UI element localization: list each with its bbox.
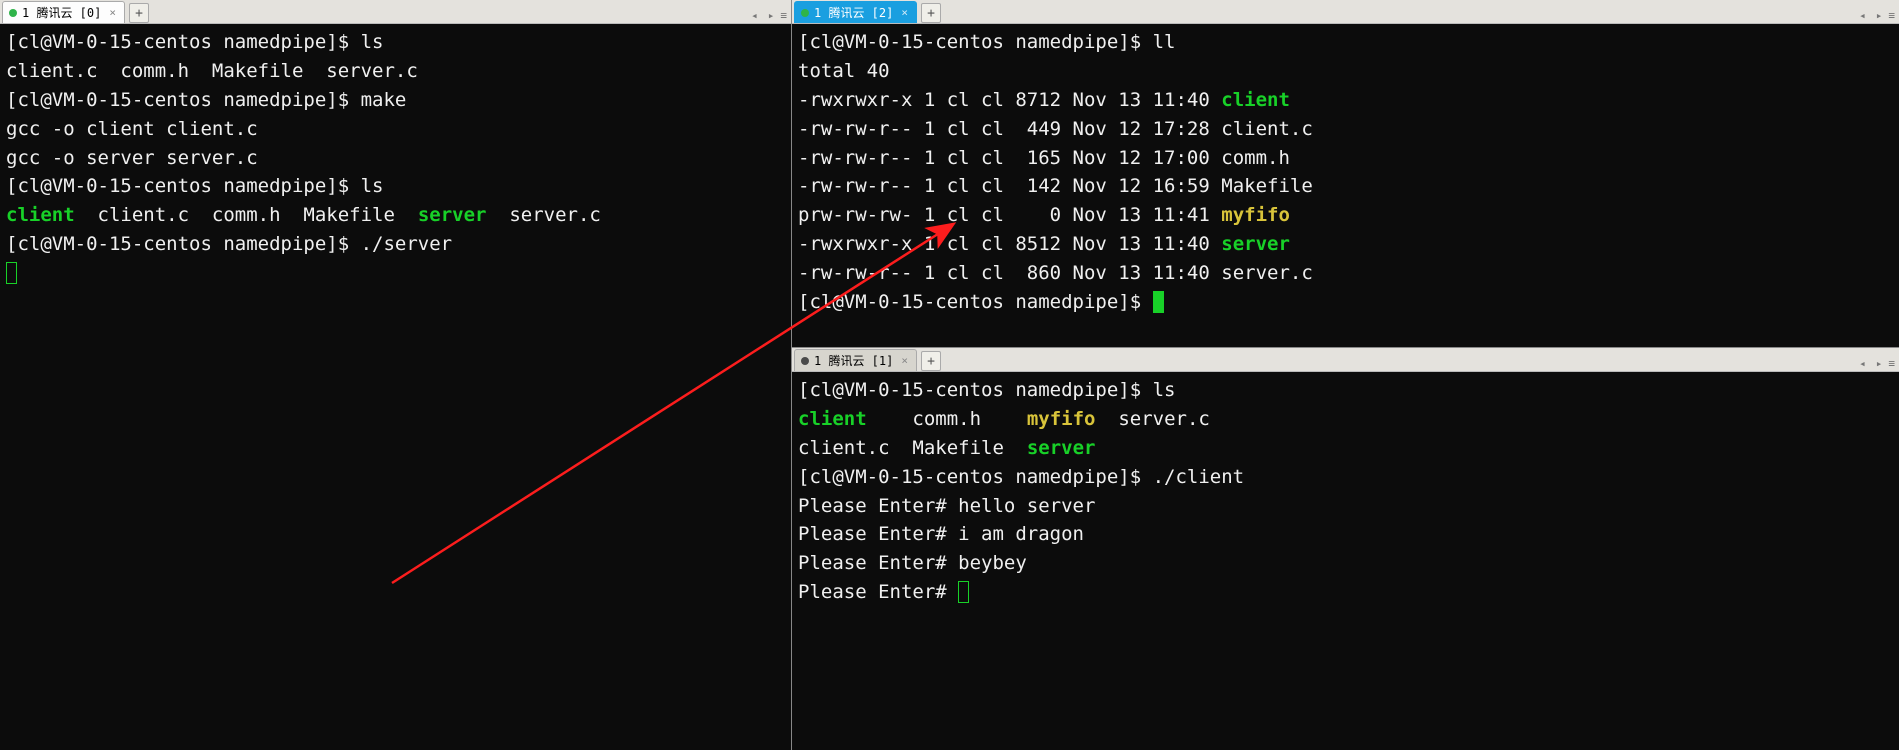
close-icon[interactable]: × [109,6,116,19]
close-icon[interactable]: × [901,354,908,367]
menu-icon[interactable]: ≡ [780,9,785,22]
terminal-left[interactable]: [cl@VM-0-15-centos namedpipe]$ ls client… [0,24,791,750]
tabbar-controls: ◂ ▸ ≡ [747,8,791,23]
terminal-right-top[interactable]: [cl@VM-0-15-centos namedpipe]$ ll total … [792,24,1899,347]
arrow-left-icon[interactable]: ◂ [747,8,762,23]
arrow-right-icon[interactable]: ▸ [764,8,779,23]
tab-right-bot-0[interactable]: 1 腾讯云 [1] × [794,349,917,371]
status-dot-icon [801,357,809,365]
status-dot-icon [801,9,809,17]
terminal-right-bot[interactable]: [cl@VM-0-15-centos namedpipe]$ ls client… [792,372,1899,750]
tab-left-0[interactable]: 1 腾讯云 [0] × [2,1,125,23]
right-pane: 1 腾讯云 [2] × + ◂ ▸ ≡ [cl@VM-0-15-centos n… [792,0,1899,750]
tabbar-right-top: 1 腾讯云 [2] × + ◂ ▸ ≡ [792,0,1899,24]
tabbar-left: 1 腾讯云 [0] × + ◂ ▸ ≡ [0,0,791,24]
tab-label: 1 腾讯云 [0] [22,4,101,21]
arrow-left-icon[interactable]: ◂ [1855,356,1870,371]
left-pane: 1 腾讯云 [0] × + ◂ ▸ ≡ [cl@VM-0-15-centos n… [0,0,792,750]
tabbar-controls: ◂ ▸ ≡ [1855,8,1899,23]
arrow-right-icon[interactable]: ▸ [1872,8,1887,23]
arrow-right-icon[interactable]: ▸ [1872,356,1887,371]
tab-right-top-0[interactable]: 1 腾讯云 [2] × [794,1,917,23]
add-tab-button[interactable]: + [129,3,149,23]
status-dot-icon [9,9,17,17]
menu-icon[interactable]: ≡ [1888,357,1893,370]
menu-icon[interactable]: ≡ [1888,9,1893,22]
close-icon[interactable]: × [901,6,908,19]
right-bot-pane: 1 腾讯云 [1] × + ◂ ▸ ≡ [cl@VM-0-15-centos n… [792,348,1899,750]
tab-label: 1 腾讯云 [2] [814,4,893,21]
tabbar-right-bot: 1 腾讯云 [1] × + ◂ ▸ ≡ [792,348,1899,372]
arrow-left-icon[interactable]: ◂ [1855,8,1870,23]
right-top-pane: 1 腾讯云 [2] × + ◂ ▸ ≡ [cl@VM-0-15-centos n… [792,0,1899,348]
tabbar-controls: ◂ ▸ ≡ [1855,356,1899,371]
add-tab-button[interactable]: + [921,3,941,23]
tab-label: 1 腾讯云 [1] [814,352,893,369]
add-tab-button[interactable]: + [921,351,941,371]
